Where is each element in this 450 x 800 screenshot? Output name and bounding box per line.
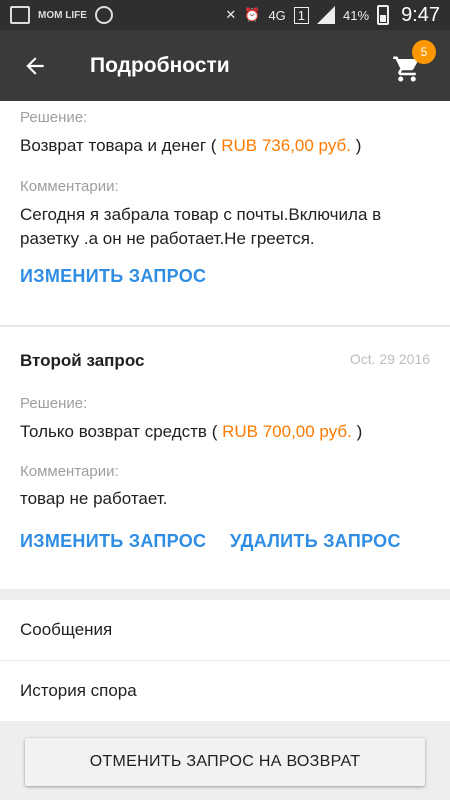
decision-label: Решение: [20, 395, 88, 412]
second-request-card: Второй запрос Oct. 29 2016 Решение: Толь… [0, 327, 450, 589]
cancel-return-request-button[interactable]: ОТМЕНИТЬ ЗАПРОС НА ВОЗВРАТ [25, 738, 425, 786]
arrow-left-icon [26, 56, 44, 75]
battery-icon [377, 5, 390, 25]
gallery-icon [10, 6, 30, 24]
refund-amount: RUB 700,00 руб. [222, 422, 352, 441]
comment-label: Комментарии: [20, 178, 119, 195]
dispute-menu-list: Сообщения История спора [0, 600, 450, 721]
mom-life-icon: MOM LIFE [38, 9, 87, 21]
page-title: Подробности [90, 53, 230, 77]
first-request-card: Решение: Возврат товара и денег ( RUB 73… [0, 101, 450, 326]
mute-icon: ✕ [225, 7, 237, 22]
status-bar: MOM LIFE ✕ ⏰ 4G 1 41% 9:47 [0, 0, 450, 30]
network-type: 4G [268, 7, 286, 23]
decision-label: Решение: [20, 109, 88, 126]
delete-request-button[interactable]: УДАЛИТЬ ЗАПРОС [230, 531, 401, 552]
cart-count-badge: 5 [412, 40, 436, 64]
decision-text: Только возврат средств ( RUB 700,00 руб.… [20, 422, 363, 441]
list-item-messages[interactable]: Сообщения [0, 600, 450, 660]
edit-request-button[interactable]: ИЗМЕНИТЬ ЗАПРОС [20, 266, 206, 287]
app-icon [94, 6, 113, 24]
request-date: Oct. 29 2016 [349, 351, 430, 367]
signal-icon [317, 6, 336, 24]
comment-label: Комментарии: [20, 463, 119, 480]
clock: 9:47 [401, 3, 440, 26]
request-title: Второй запрос [20, 351, 145, 370]
cart-button[interactable]: 5 [392, 40, 436, 84]
alarm-icon: ⏰ [244, 7, 261, 22]
app-bar: Подробности 5 [0, 30, 450, 101]
list-item-dispute-history[interactable]: История спора [0, 660, 450, 720]
refund-amount: RUB 736,00 руб. [221, 136, 351, 155]
battery-percent: 41% [343, 7, 370, 23]
sim-indicator: 1 [293, 6, 310, 24]
back-button[interactable] [0, 30, 70, 101]
decision-text: Возврат товара и денег ( RUB 736,00 руб.… [20, 136, 362, 155]
edit-request-button[interactable]: ИЗМЕНИТЬ ЗАПРОС [20, 531, 206, 552]
comment-text: Сегодня я забрала товар с почты.Включила… [20, 205, 382, 248]
comment-text: товар не работает. [20, 489, 168, 508]
